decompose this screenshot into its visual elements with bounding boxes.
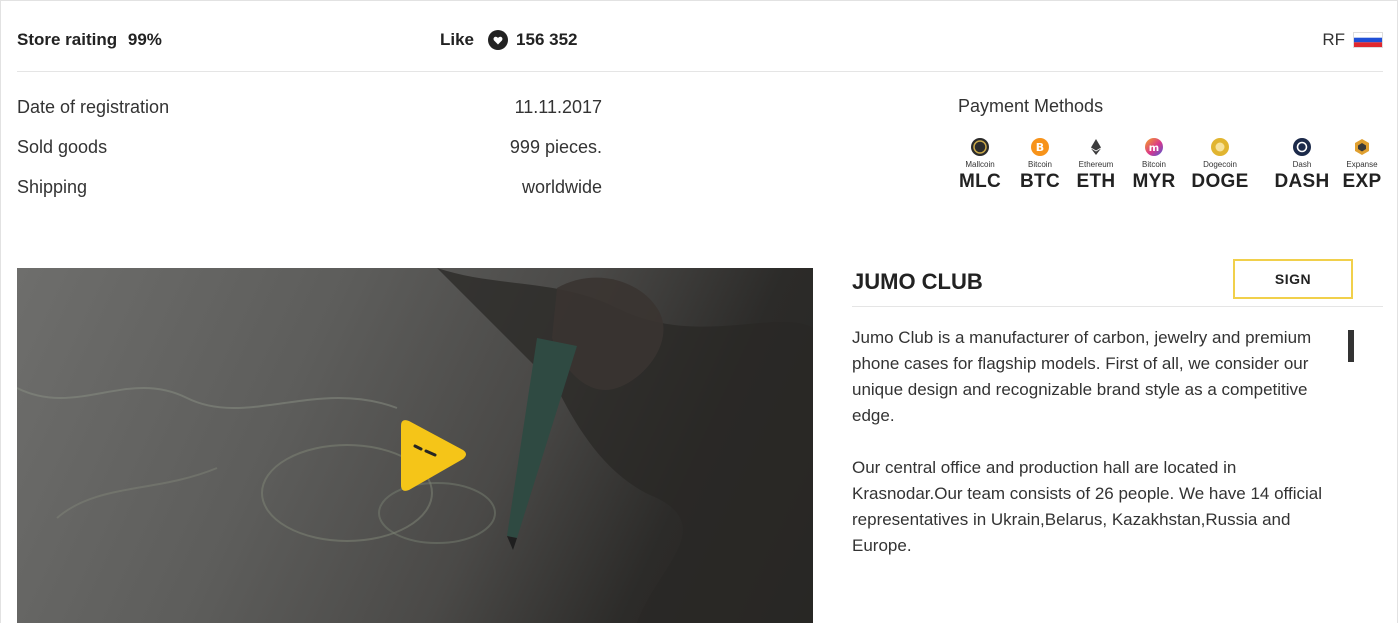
- expanse-icon: [1353, 138, 1371, 156]
- coin-name: Bitcoin: [1141, 160, 1166, 169]
- play-icon[interactable]: [397, 418, 469, 493]
- coin-name: Mallcoin: [965, 160, 995, 169]
- info-value: 999 pieces.: [509, 137, 602, 157]
- video-player[interactable]: [17, 268, 813, 623]
- coin-name: Bitcoin: [1027, 160, 1052, 169]
- coin-name: Expanse: [1346, 160, 1378, 169]
- heart-icon[interactable]: [488, 30, 509, 50]
- coin-code: DASH: [1274, 171, 1330, 192]
- like-counter[interactable]: Like 156 352: [440, 30, 577, 50]
- dogecoin-icon: [1211, 138, 1229, 156]
- dash-icon: [1293, 138, 1311, 156]
- coin-code: BTC: [1020, 171, 1060, 192]
- ethereum-icon: [1087, 138, 1105, 156]
- coin-mallcoin: Mallcoin MLC: [958, 138, 1002, 193]
- description-paragraph: Our central office and production hall a…: [852, 458, 1322, 555]
- info-row-registration: Date of registration 11.11.2017: [17, 94, 602, 134]
- like-label: Like: [440, 30, 475, 49]
- payment-title: Payment Methods: [958, 96, 1104, 116]
- coin-code: MYR: [1132, 171, 1176, 192]
- info-label: Date of registration: [17, 97, 170, 117]
- description-scrollbar[interactable]: [1348, 330, 1354, 623]
- coin-ethereum: Ethereum ETH: [1074, 138, 1118, 193]
- coin-list: Mallcoin MLC B Bitcoin BTC Ethereum ETH …: [958, 138, 1383, 202]
- club-title: JUMO CLUB: [852, 269, 983, 294]
- description-paragraph: Jumo Club is a manufacturer of carbon, j…: [852, 328, 1312, 425]
- coin-myr: m Bitcoin MYR: [1132, 138, 1176, 193]
- svg-text:B: B: [1036, 141, 1044, 154]
- topbar-divider: [17, 71, 1383, 72]
- store-info: Date of registration 11.11.2017 Sold goo…: [17, 94, 602, 214]
- scrollbar-thumb[interactable]: [1348, 330, 1354, 362]
- coin-code: DOGE: [1191, 171, 1249, 192]
- region-label: RF: [1322, 30, 1345, 49]
- rating-value: 99%: [127, 30, 162, 49]
- info-value: worldwide: [521, 177, 602, 197]
- coin-name: Ethereum: [1078, 160, 1114, 169]
- mallcoin-icon: [971, 138, 989, 156]
- info-row-sold: Sold goods 999 pieces.: [17, 134, 602, 174]
- info-row-shipping: Shipping worldwide: [17, 174, 602, 214]
- coin-bitcoin: B Bitcoin BTC: [1018, 138, 1062, 193]
- like-count: 156 352: [516, 30, 578, 49]
- coin-name: Dash: [1292, 160, 1312, 169]
- coin-expanse: Expanse EXP: [1340, 138, 1384, 193]
- russia-flag-icon: [1353, 32, 1383, 48]
- info-value: 11.11.2017: [514, 97, 602, 117]
- svg-text:m: m: [1149, 143, 1159, 154]
- rating-label: Store raiting: [17, 30, 118, 49]
- info-label: Sold goods: [17, 137, 108, 157]
- bitcoin-icon: B: [1031, 138, 1049, 156]
- region-selector[interactable]: RF: [1322, 30, 1383, 50]
- club-divider: [852, 306, 1383, 307]
- payment-methods: Payment Methods Mallcoin MLC B Bitcoin B…: [958, 96, 1383, 192]
- coin-code: MLC: [958, 171, 1002, 192]
- club-description: Jumo Club is a manufacturer of carbon, j…: [852, 325, 1342, 585]
- myr-icon: m: [1145, 138, 1163, 156]
- coin-code: ETH: [1076, 171, 1116, 192]
- coin-code: EXP: [1342, 171, 1382, 192]
- sign-button[interactable]: SIGN: [1233, 259, 1353, 299]
- coin-dogecoin: Dogecoin DOGE: [1190, 138, 1250, 193]
- store-rating: Store raiting 99%: [17, 30, 162, 50]
- info-label: Shipping: [17, 177, 88, 197]
- coin-dash: Dash DASH: [1272, 138, 1332, 193]
- coin-name: Dogecoin: [1203, 160, 1237, 169]
- store-topbar: Store raiting 99% Like 156 352 RF: [17, 22, 1383, 62]
